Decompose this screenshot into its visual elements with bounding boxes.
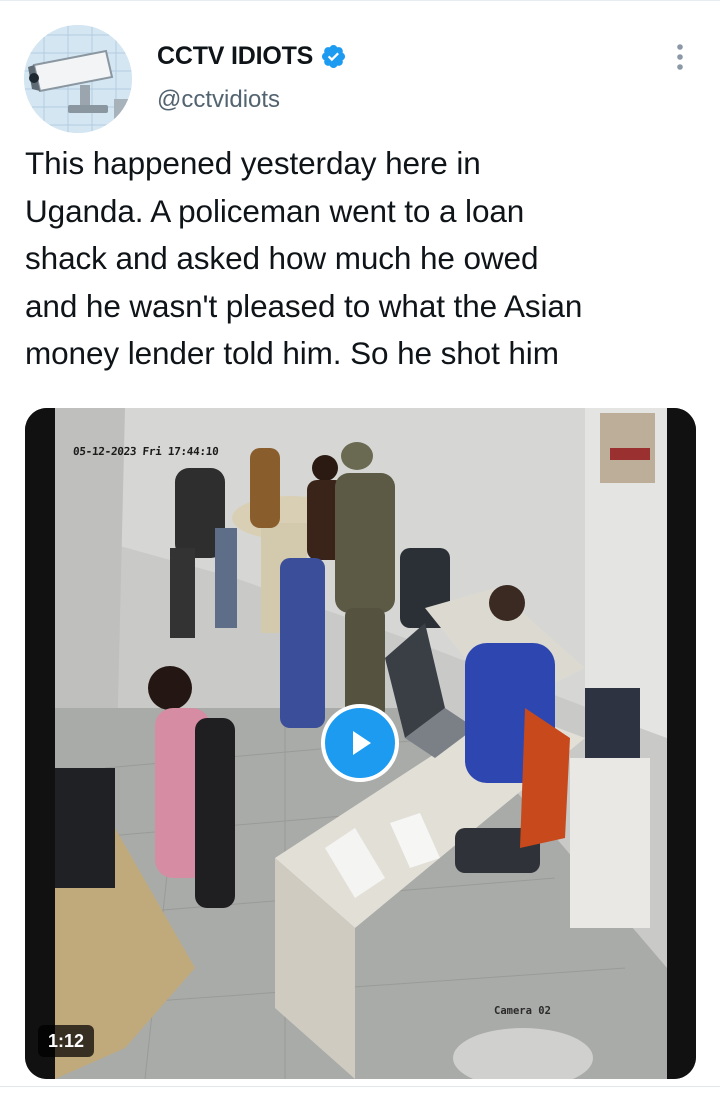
account-name-row: CCTV IDIOTS <box>157 42 347 71</box>
more-options-button[interactable] <box>664 40 696 76</box>
more-options-icon <box>677 44 683 70</box>
video-player[interactable]: 05-12-2023 Fri 17:44:10 Camera 02 1:12 <box>25 408 696 1079</box>
camera-label: Camera 02 <box>494 1005 551 1017</box>
verified-badge-icon <box>322 44 346 69</box>
account-handle[interactable]: @cctvidiots <box>157 86 280 114</box>
play-button[interactable] <box>321 704 399 782</box>
play-icon <box>353 731 371 755</box>
tweet-text-line: This happened yesterday here in <box>25 145 481 181</box>
tweet-text-line: money lender told him. So he shot him <box>25 335 559 371</box>
avatar[interactable] <box>24 25 132 133</box>
top-divider <box>0 0 720 1</box>
video-duration-badge: 1:12 <box>38 1025 95 1057</box>
bottom-divider <box>0 1086 720 1087</box>
tweet-text-line: and he wasn't pleased to what the Asian <box>25 287 583 324</box>
tweet-text-line: Uganda. A policeman went to a loan <box>25 192 525 229</box>
tweet-text-line: shack and asked how much he owed <box>25 240 539 276</box>
security-camera-avatar-icon <box>24 25 132 133</box>
display-name[interactable]: CCTV IDIOTS <box>157 42 313 71</box>
tweet-text: This happened yesterday here in Uganda. … <box>25 140 705 378</box>
video-timestamp-overlay: 05-12-2023 Fri 17:44:10 <box>72 445 219 458</box>
